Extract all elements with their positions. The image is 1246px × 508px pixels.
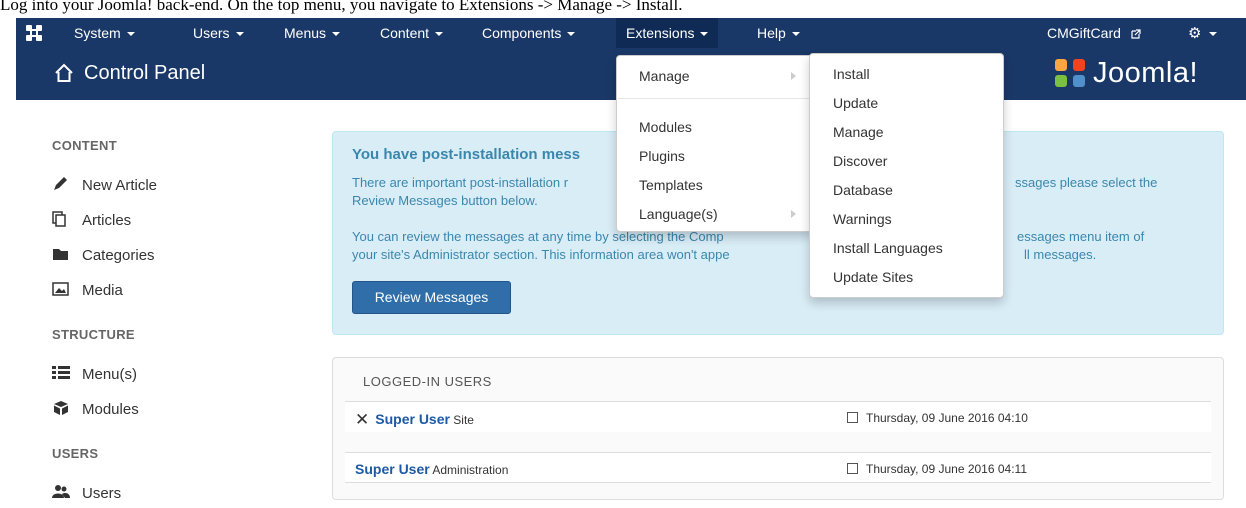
extensions-dropdown: Manage Modules Plugins Templates Languag…: [616, 55, 814, 232]
calendar-icon: [847, 463, 858, 474]
chevron-down-icon: [332, 32, 341, 37]
menu-item-manage[interactable]: Manage: [639, 68, 690, 84]
user-location: Site: [453, 413, 474, 427]
submenu-item-manage[interactable]: Manage: [833, 124, 884, 140]
logged-in-users-panel: LOGGED-IN USERS ✕ Super User Site Thursda…: [332, 357, 1224, 500]
chevron-down-icon: [791, 32, 800, 37]
table-row: ✕ Super User Site Thursday, 09 June 2016 …: [345, 401, 1211, 432]
sidebar-header-content: CONTENT: [52, 138, 117, 153]
menu-divider: [618, 98, 812, 99]
chevron-down-icon: [1209, 32, 1218, 37]
cube-icon: [54, 401, 68, 415]
joomla-logo: Joomla!: [1051, 55, 1241, 91]
home-icon: [55, 63, 73, 82]
menu-item-languages[interactable]: Language(s): [639, 206, 718, 222]
menu-menus[interactable]: Menus: [284, 18, 341, 48]
manage-submenu: Install Update Manage Discover Database …: [809, 53, 1004, 298]
joomla-logo-icon: [1055, 59, 1085, 87]
sidebar-item-media[interactable]: Media: [52, 281, 123, 299]
menu-item-templates[interactable]: Templates: [639, 177, 703, 193]
chevron-down-icon: [700, 32, 709, 37]
logout-x-icon[interactable]: ✕: [355, 410, 369, 430]
menu-components[interactable]: Components: [482, 18, 576, 48]
chevron-down-icon: [567, 32, 576, 37]
users-icon: [52, 485, 70, 498]
login-date: Thursday, 09 June 2016 04:11: [866, 462, 1028, 476]
panel-title: LOGGED-IN USERS: [363, 374, 492, 389]
menu-extensions[interactable]: Extensions: [616, 18, 719, 48]
list-icon: [52, 366, 70, 379]
sidebar-item-users[interactable]: Users: [52, 484, 121, 502]
calendar-icon: [847, 412, 858, 423]
submenu-item-discover[interactable]: Discover: [833, 153, 887, 169]
menu-item-modules[interactable]: Modules: [639, 119, 692, 135]
chevron-right-icon: [791, 72, 796, 80]
submenu-item-update-sites[interactable]: Update Sites: [833, 269, 913, 285]
sidebar-header-structure: STRUCTURE: [52, 327, 135, 342]
user-location: Administration: [432, 463, 509, 477]
alert-line-4: your site's Administrator section. This …: [352, 247, 1097, 262]
submenu-item-install-languages[interactable]: Install Languages: [833, 240, 943, 256]
joomla-menu-icon[interactable]: [24, 23, 44, 43]
image-icon: [52, 282, 69, 296]
submenu-item-database[interactable]: Database: [833, 182, 893, 198]
external-link-icon: [1131, 29, 1141, 39]
review-messages-button[interactable]: Review Messages: [352, 281, 511, 314]
logo-text: Joomla!: [1093, 57, 1199, 89]
top-menu-bar: System Users Menus Content Components Ex…: [16, 18, 1246, 48]
submenu-item-install[interactable]: Install: [833, 66, 870, 82]
chevron-down-icon: [435, 32, 444, 37]
sidebar-item-modules[interactable]: Modules: [52, 400, 139, 418]
instruction-caption: Log into your Joomla! back-end. On the t…: [0, 0, 683, 14]
menu-users[interactable]: Users: [193, 18, 244, 48]
menu-help[interactable]: Help: [757, 18, 800, 48]
chevron-right-icon: [791, 210, 796, 218]
user-link[interactable]: Super User: [355, 461, 430, 477]
table-row: Super User Administration Thursday, 09 J…: [345, 452, 1211, 483]
settings-menu[interactable]: ⚙: [1188, 18, 1218, 48]
login-date: Thursday, 09 June 2016 04:10: [866, 411, 1028, 425]
site-link[interactable]: CMGiftCard: [1047, 18, 1141, 48]
submenu-item-warnings[interactable]: Warnings: [833, 211, 892, 227]
sidebar-item-menus[interactable]: Menu(s): [52, 365, 137, 383]
menu-item-plugins[interactable]: Plugins: [639, 148, 685, 164]
page-title: Control Panel: [84, 62, 206, 84]
folder-icon: [53, 249, 68, 260]
sidebar-item-new-article[interactable]: New Article: [52, 176, 157, 194]
menu-system[interactable]: System: [74, 18, 135, 48]
sidebar-header-users: USERS: [52, 446, 99, 461]
gear-icon: ⚙: [1188, 25, 1202, 42]
alert-heading: You have post-installation mess: [352, 146, 581, 163]
pencil-icon: [54, 177, 67, 190]
chevron-down-icon: [126, 32, 135, 37]
submenu-item-update[interactable]: Update: [833, 95, 878, 111]
user-link[interactable]: Super User: [375, 411, 450, 427]
stack-icon: [52, 211, 66, 227]
menu-content[interactable]: Content: [380, 18, 444, 48]
sidebar-item-articles[interactable]: Articles: [52, 211, 131, 229]
sidebar-item-categories[interactable]: Categories: [52, 246, 155, 264]
chevron-down-icon: [235, 32, 244, 37]
